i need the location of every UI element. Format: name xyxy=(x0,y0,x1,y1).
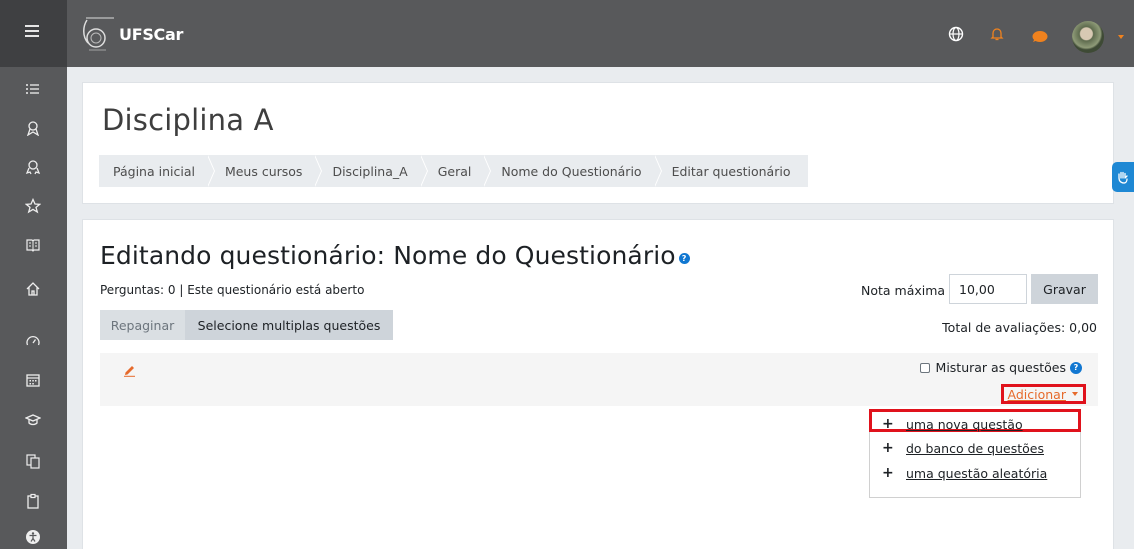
max-grade-label: Nota máxima xyxy=(861,283,946,298)
ufscar-emblem-icon xyxy=(83,17,114,51)
chat-icon[interactable] xyxy=(1030,30,1048,44)
home-icon[interactable] xyxy=(25,281,41,297)
page-header-card: Disciplina A Página inicial Meus cursos … xyxy=(82,82,1114,204)
sign-language-widget-button[interactable] xyxy=(1112,162,1134,192)
quiz-status-info: Perguntas: 0 | Este questionário está ab… xyxy=(100,283,365,297)
breadcrumb-item-my-courses[interactable]: Meus cursos xyxy=(208,155,322,187)
page-title: Disciplina A xyxy=(102,103,274,137)
breadcrumb-item-current: Editar questionário xyxy=(655,155,809,187)
site-logo[interactable]: UFSCar xyxy=(80,10,183,58)
menu-icon[interactable] xyxy=(25,25,39,39)
menu-item-label[interactable]: do banco de questões xyxy=(906,441,1044,456)
list-icon[interactable] xyxy=(25,81,41,97)
dashboard-icon[interactable] xyxy=(25,334,41,350)
edit-quiz-title: Editando questionário: Nome do Questioná… xyxy=(100,241,676,270)
shuffle-checkbox[interactable] xyxy=(919,362,930,373)
menu-item-random-question[interactable]: + uma questão aleatória xyxy=(882,465,1047,481)
add-dropdown-menu: + uma nova questão + do banco de questõe… xyxy=(869,409,1081,498)
breadcrumb-item-home[interactable]: Página inicial xyxy=(99,155,215,187)
menu-item-label[interactable]: uma nova questão xyxy=(906,417,1023,432)
award-icon[interactable] xyxy=(25,159,41,175)
repaginate-button[interactable]: Repaginar xyxy=(100,310,185,340)
caret-down-icon xyxy=(1072,392,1078,396)
breadcrumb-item-course[interactable]: Disciplina_A xyxy=(316,155,428,187)
bell-icon[interactable] xyxy=(990,27,1004,41)
avatar[interactable] xyxy=(1072,21,1104,53)
files-icon[interactable] xyxy=(25,453,41,469)
max-grade-input[interactable] xyxy=(949,274,1027,304)
book-icon[interactable] xyxy=(25,237,41,253)
add-link[interactable]: Adicionar xyxy=(1008,387,1066,402)
help-icon[interactable]: ? xyxy=(678,253,690,264)
plus-icon: + xyxy=(882,465,894,481)
clipboard-icon[interactable] xyxy=(25,493,41,509)
quiz-section: Misturar as questões ? Adicionar xyxy=(100,353,1098,406)
shuffle-label: Misturar as questões xyxy=(935,360,1066,375)
select-multiple-button[interactable]: Selecione multiplas questões xyxy=(185,310,393,340)
menu-item-from-bank[interactable]: + do banco de questões xyxy=(882,440,1044,456)
breadcrumb: Página inicial Meus cursos Disciplina_A … xyxy=(99,155,809,187)
edit-quiz-heading: Editando questionário: Nome do Questioná… xyxy=(100,241,690,270)
pencil-icon[interactable] xyxy=(123,364,136,377)
breadcrumb-item-quiz[interactable]: Nome do Questionário xyxy=(485,155,662,187)
shuffle-help-icon[interactable]: ? xyxy=(1070,361,1082,374)
total-grades-text: Total de avaliações: 0,00 xyxy=(942,320,1097,335)
add-menu-toggle[interactable]: Adicionar xyxy=(1000,384,1086,404)
hand-icon xyxy=(1118,171,1128,184)
star-icon[interactable] xyxy=(25,198,41,214)
calendar-icon[interactable] xyxy=(25,372,41,388)
shuffle-questions-control: Misturar as questões ? xyxy=(919,360,1082,375)
menu-item-label[interactable]: uma questão aleatória xyxy=(906,466,1047,481)
menu-item-new-question[interactable]: + uma nova questão xyxy=(882,416,1023,432)
graduation-icon[interactable] xyxy=(25,412,41,428)
top-navbar: UFSCar xyxy=(0,0,1134,67)
breadcrumb-item-section[interactable]: Geral xyxy=(421,155,491,187)
globe-icon[interactable] xyxy=(948,26,964,42)
left-icon-rail xyxy=(0,67,67,549)
accessibility-icon[interactable] xyxy=(25,529,41,545)
menu-toggle-area[interactable] xyxy=(0,0,67,67)
quiz-edit-card: Editando questionário: Nome do Questioná… xyxy=(82,219,1114,549)
plus-icon: + xyxy=(882,440,894,456)
user-menu-caret-icon[interactable] xyxy=(1118,35,1124,39)
badge-icon[interactable] xyxy=(25,120,41,136)
brand-name: UFSCar xyxy=(119,24,184,44)
save-max-grade-button[interactable]: Gravar xyxy=(1031,274,1098,304)
plus-icon: + xyxy=(882,416,894,432)
